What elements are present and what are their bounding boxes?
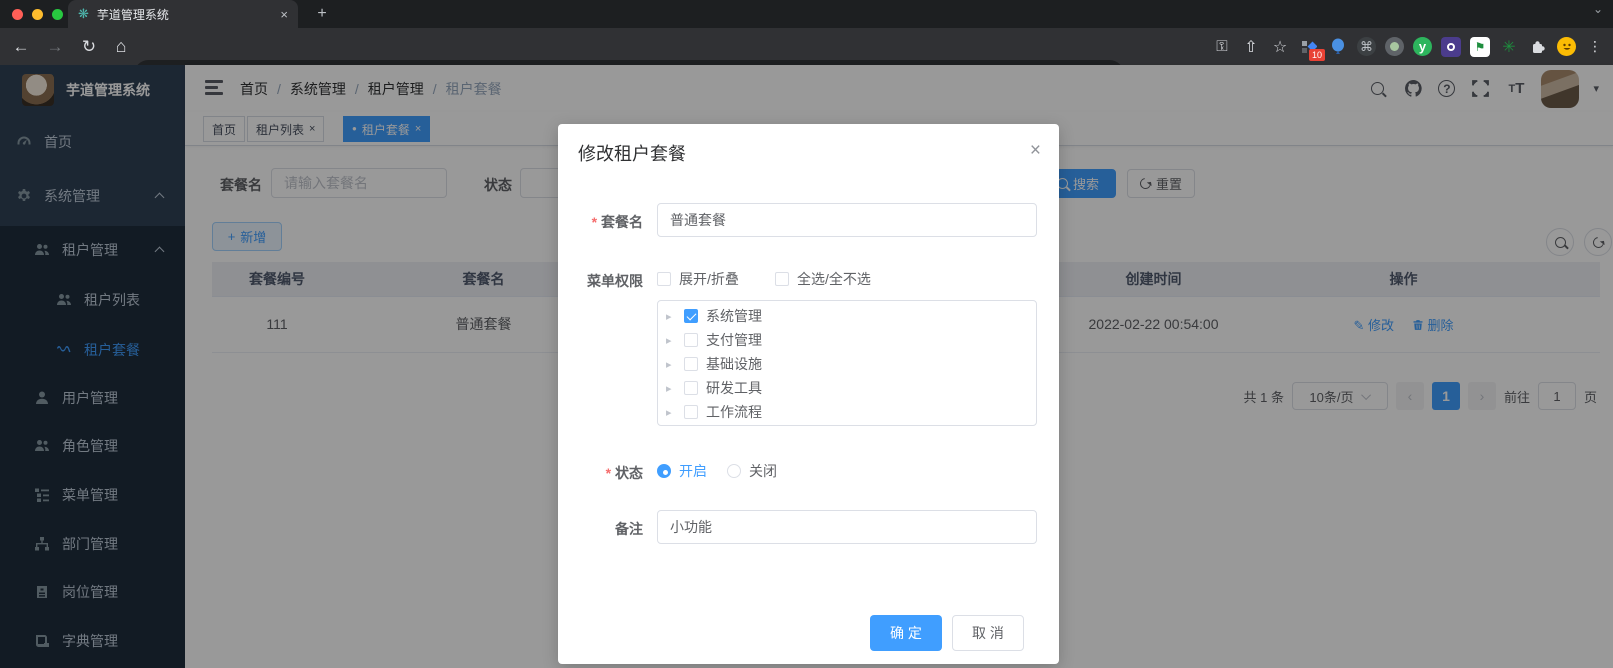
site-favicon: ❋ <box>78 6 89 22</box>
tree-caret-icon[interactable]: ▸ <box>666 334 676 347</box>
dialog-title: 修改租户套餐 <box>578 140 686 166</box>
extension-y-icon[interactable]: y <box>1413 37 1432 56</box>
checkbox-checked-icon[interactable] <box>684 309 698 323</box>
window-close-button[interactable] <box>12 9 23 20</box>
extension-burst-icon[interactable]: ✳ <box>1499 37 1519 57</box>
back-button[interactable]: ← <box>8 34 34 60</box>
window-zoom-button[interactable] <box>52 9 63 20</box>
edit-package-dialog: 修改租户套餐 × 套餐名 菜单权限 展开/折叠 全选/全不选 ▸ 系统管理 ▸ … <box>558 124 1059 664</box>
remark-input[interactable] <box>657 510 1037 544</box>
checkbox-icon[interactable] <box>684 333 698 347</box>
extension-badge: 10 <box>1309 49 1325 61</box>
tree-caret-icon[interactable]: ▸ <box>666 358 676 371</box>
tree-node-infra[interactable]: ▸ 基础设施 <box>658 352 1036 376</box>
extension-shield-icon[interactable] <box>1441 37 1461 57</box>
checkbox-icon[interactable] <box>684 381 698 395</box>
browser-menu-icon[interactable]: ⋮ <box>1585 37 1605 57</box>
extension-balloon-icon[interactable] <box>1328 37 1348 57</box>
tree-node-workflow[interactable]: ▸ 工作流程 <box>658 400 1036 424</box>
home-button[interactable]: ⌂ <box>108 34 134 60</box>
window-minimize-button[interactable] <box>32 9 43 20</box>
extension-dot-icon[interactable] <box>1385 37 1404 56</box>
package-name-label: 套餐名 <box>558 212 643 232</box>
confirm-button[interactable]: 确 定 <box>870 615 942 651</box>
browser-tab[interactable]: ❋ 芋道管理系统 × <box>68 0 298 28</box>
extension-bar: ⚿ ⇧ ☆ 10 ⌘ y ⚑ ✳ ⋮ <box>1212 28 1605 65</box>
forward-button[interactable]: → <box>42 34 68 60</box>
select-all-checkbox[interactable]: 全选/全不选 <box>775 269 871 289</box>
tree-node-system[interactable]: ▸ 系统管理 <box>658 304 1036 328</box>
share-icon[interactable]: ⇧ <box>1241 37 1261 57</box>
extension-tasks-icon[interactable]: 10 <box>1299 37 1319 57</box>
menu-tree: ▸ 系统管理 ▸ 支付管理 ▸ 基础设施 ▸ 研发工具 ▸ 工作流程 <box>657 300 1037 426</box>
checkbox-icon[interactable] <box>684 405 698 419</box>
browser-tab-strip: ❋ 芋道管理系统 × + ⌄ <box>0 0 1613 28</box>
reload-button[interactable]: ↻ <box>76 34 102 60</box>
tree-caret-icon[interactable]: ▸ <box>666 382 676 395</box>
dialog-close-icon[interactable]: × <box>1030 140 1041 162</box>
expand-collapse-checkbox[interactable]: 展开/折叠 <box>657 269 739 289</box>
extension-flag-icon[interactable]: ⚑ <box>1470 37 1490 57</box>
cancel-button[interactable]: 取 消 <box>952 615 1024 651</box>
checkbox-icon[interactable] <box>657 272 671 286</box>
tree-node-devtools[interactable]: ▸ 研发工具 <box>658 376 1036 400</box>
radio-icon[interactable] <box>727 464 741 478</box>
tab-search-chevron-icon[interactable]: ⌄ <box>1593 2 1603 16</box>
status-label: 状态 <box>558 463 643 483</box>
password-key-icon[interactable]: ⚿ <box>1212 37 1232 57</box>
checkbox-icon[interactable] <box>775 272 789 286</box>
tree-node-payment[interactable]: ▸ 支付管理 <box>658 328 1036 352</box>
extension-command-icon[interactable]: ⌘ <box>1357 37 1376 56</box>
menu-permission-label: 菜单权限 <box>558 271 643 291</box>
radio-selected-icon[interactable] <box>657 464 671 478</box>
status-radio-off[interactable]: 关闭 <box>727 461 777 481</box>
tab-close-icon[interactable]: × <box>280 7 288 22</box>
status-radio-on[interactable]: 开启 <box>657 461 707 481</box>
bookmark-star-icon[interactable]: ☆ <box>1270 37 1290 57</box>
emoji-extension-icon[interactable] <box>1557 37 1576 56</box>
tree-caret-icon[interactable]: ▸ <box>666 406 676 419</box>
tree-caret-icon[interactable]: ▸ <box>666 310 676 323</box>
browser-tab-title: 芋道管理系统 <box>97 6 273 23</box>
new-tab-button[interactable]: + <box>312 4 332 24</box>
remark-label: 备注 <box>558 519 643 539</box>
extensions-puzzle-icon[interactable] <box>1528 37 1548 57</box>
package-name-input[interactable] <box>657 203 1037 237</box>
checkbox-icon[interactable] <box>684 357 698 371</box>
